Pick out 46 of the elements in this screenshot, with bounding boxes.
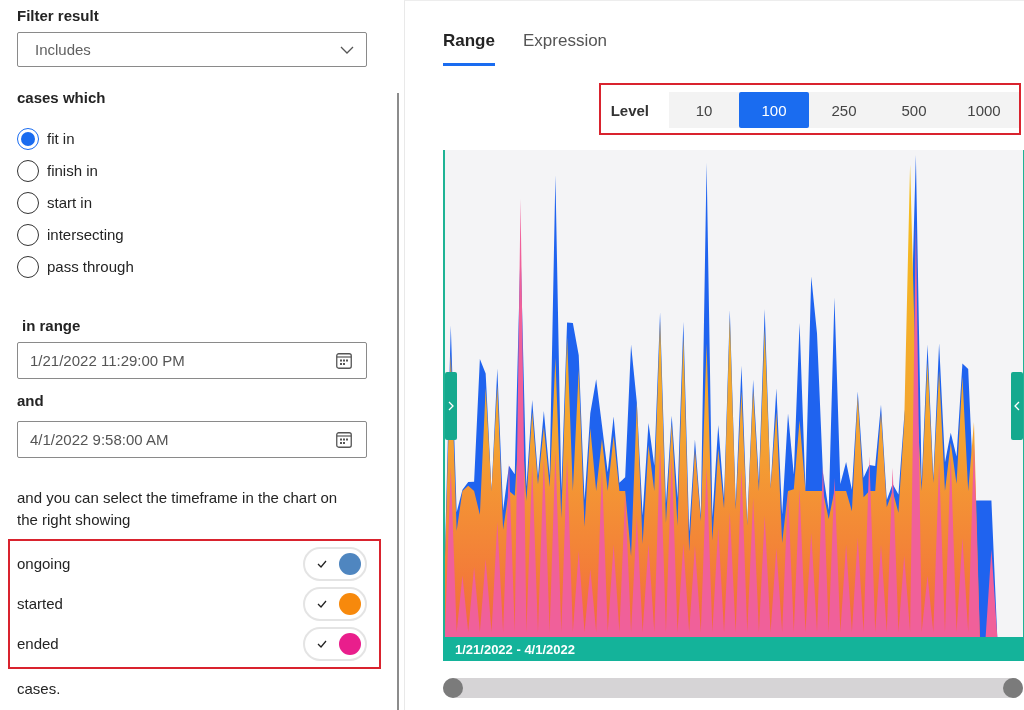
footer-text: cases. <box>17 679 61 699</box>
filter-dropdown[interactable]: Includes <box>17 32 367 67</box>
case-type-label: ended <box>17 634 59 654</box>
radio-button[interactable] <box>17 192 39 214</box>
radio-label: intersecting <box>47 225 124 245</box>
calendar-icon <box>336 431 352 448</box>
level-option[interactable]: 100 <box>739 92 809 128</box>
field-label: and <box>17 391 44 411</box>
scrollbar[interactable] <box>397 93 399 710</box>
section-title: Filter result <box>17 6 99 26</box>
level-option[interactable]: 1000 <box>949 92 1019 128</box>
level-option[interactable]: 500 <box>879 92 949 128</box>
level-option[interactable]: 250 <box>809 92 879 128</box>
toggle-switch[interactable] <box>303 627 367 661</box>
slider-thumb[interactable] <box>1003 678 1023 698</box>
resize-handle[interactable] <box>1011 372 1023 440</box>
chevron-down-icon <box>340 45 354 54</box>
resize-handle[interactable] <box>445 372 457 440</box>
case-type-label: started <box>17 594 63 614</box>
toggle-switch[interactable] <box>303 587 367 621</box>
radio-button[interactable] <box>17 160 39 182</box>
date-range-bar: 1/21/2022 - 4/1/2022 <box>443 637 1024 661</box>
date-field[interactable]: 4/1/2022 9:58:00 AM <box>17 421 367 458</box>
check-icon <box>317 600 327 608</box>
date-field[interactable]: 1/21/2022 11:29:00 PM <box>17 342 367 379</box>
slider-thumb[interactable] <box>443 678 463 698</box>
case-type-label: ongoing <box>17 554 71 574</box>
check-icon <box>317 560 327 568</box>
radio-label: fit in <box>47 129 75 149</box>
range-slider-track[interactable] <box>443 678 1023 698</box>
section-title: cases which <box>17 88 106 108</box>
radio-button[interactable] <box>17 128 39 150</box>
check-icon <box>317 640 327 648</box>
radio-label: start in <box>47 193 92 213</box>
field-label: in range <box>22 316 81 336</box>
level-option[interactable]: 10 <box>669 92 739 128</box>
calendar-icon <box>336 352 352 369</box>
level-label: Level <box>610 101 649 119</box>
radio-label: finish in <box>47 161 98 181</box>
radio-label: pass through <box>47 257 134 277</box>
toggle-switch[interactable] <box>303 547 367 581</box>
tab[interactable]: Expression <box>522 24 608 66</box>
description-text: and you can select the timeframe in the chart on the right showing <box>17 488 339 530</box>
radio-button[interactable] <box>17 256 39 278</box>
radio-button[interactable] <box>17 224 39 246</box>
tab[interactable]: Range <box>443 24 495 66</box>
